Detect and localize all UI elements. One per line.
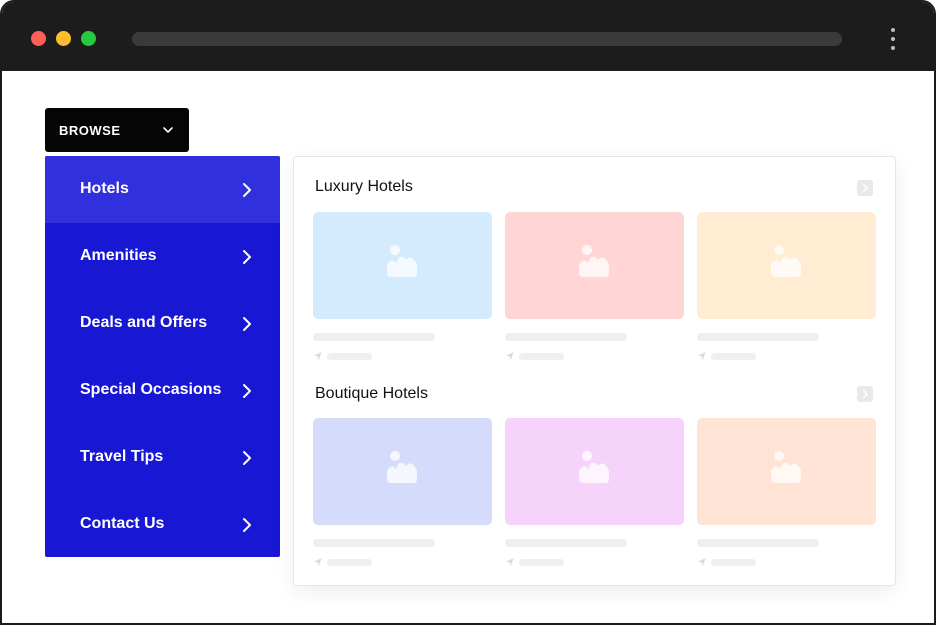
maximize-window-button[interactable] [81,31,96,46]
menu-item-contact-us[interactable]: Contact Us [45,491,280,557]
minimize-window-button[interactable] [56,31,71,46]
chevron-right-icon [241,182,253,203]
browse-label: BROWSE [59,123,121,138]
menu-item-hotels[interactable]: Hotels [45,156,280,223]
section-more-button[interactable] [857,180,873,196]
menu-item-special-occasions[interactable]: Special Occasions [45,357,280,424]
subtitle-placeholder [327,559,372,566]
card-image[interactable] [505,212,684,319]
title-placeholder [313,333,435,341]
title-placeholder [505,333,627,341]
section-title: Boutique Hotels [315,385,428,402]
menu-item-label: Special Occasions [80,381,222,398]
section-title: Luxury Hotels [315,178,413,195]
menu-item-label: Deals and Offers [80,314,208,331]
menu-item-label: Amenities [80,247,157,264]
more-options-icon[interactable] [886,26,900,52]
subtitle-placeholder [519,559,564,566]
browser-window: BROWSE Hotels Amenities Deals and Offers… [0,0,936,625]
menu-item-label: Travel Tips [80,448,164,465]
browser-titlebar [2,2,934,71]
location-arrow-icon [506,352,514,360]
browse-dropdown-button[interactable]: BROWSE [45,108,189,152]
chevron-right-icon [241,383,253,404]
title-placeholder [697,539,819,547]
location-arrow-icon [698,558,706,566]
card-image[interactable] [697,418,876,525]
card-image[interactable] [505,418,684,525]
title-placeholder [313,539,435,547]
location-arrow-icon [506,558,514,566]
subtitle-placeholder [519,353,564,360]
menu-item-amenities[interactable]: Amenities [45,223,280,290]
chevron-right-icon [241,249,253,270]
location-arrow-icon [314,352,322,360]
hotels-panel: Luxury Hotels Boutique Hotels [293,156,896,586]
chevron-right-icon [862,389,869,399]
menu-item-label: Hotels [80,180,129,197]
image-placeholder-icon [771,451,801,483]
location-arrow-icon [314,558,322,566]
chevron-right-icon [241,450,253,471]
image-placeholder-icon [579,451,609,483]
subtitle-placeholder [327,353,372,360]
title-placeholder [505,539,627,547]
image-placeholder-icon [387,451,417,483]
close-window-button[interactable] [31,31,46,46]
chevron-right-icon [241,316,253,337]
title-placeholder [697,333,819,341]
section-more-button[interactable] [857,386,873,402]
chevron-down-icon [162,123,174,141]
image-placeholder-icon [387,245,417,277]
subtitle-placeholder [711,353,756,360]
subtitle-placeholder [711,559,756,566]
menu-item-label: Contact Us [80,515,165,532]
card-image[interactable] [313,212,492,319]
chevron-right-icon [862,183,869,193]
menu-item-deals-and-offers[interactable]: Deals and Offers [45,290,280,357]
address-bar[interactable] [132,32,842,46]
location-arrow-icon [698,352,706,360]
card-image[interactable] [697,212,876,319]
card-image[interactable] [313,418,492,525]
browse-menu: Hotels Amenities Deals and Offers Specia… [45,156,280,557]
image-placeholder-icon [771,245,801,277]
image-placeholder-icon [579,245,609,277]
chevron-right-icon [241,517,253,538]
menu-item-travel-tips[interactable]: Travel Tips [45,424,280,491]
